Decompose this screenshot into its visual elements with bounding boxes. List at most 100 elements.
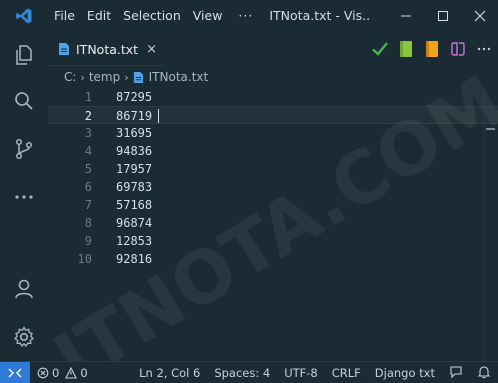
- code-line[interactable]: 7 57168: [48, 196, 498, 214]
- code-line[interactable]: 5 17957: [48, 160, 498, 178]
- green-book-button[interactable]: [394, 37, 418, 61]
- search-button[interactable]: [0, 79, 48, 123]
- language-mode[interactable]: Django txt: [368, 366, 442, 380]
- code-line[interactable]: 10 92816: [48, 250, 498, 268]
- line-text: 92816: [116, 252, 153, 266]
- chevron-right-icon: ›: [124, 70, 129, 84]
- orange-book-icon: [426, 40, 438, 57]
- line-number: 6: [84, 180, 92, 194]
- explorer-button[interactable]: [0, 33, 48, 77]
- end-of-line[interactable]: CRLF: [325, 366, 368, 380]
- menu-bar: File Edit Selection View ···: [48, 0, 263, 31]
- overview-ruler[interactable]: [484, 88, 498, 361]
- status-right: Ln 2, Col 6 Spaces: 4 UTF-8 CRLF Django …: [132, 362, 498, 383]
- gear-icon: [13, 326, 35, 348]
- split-editor-button[interactable]: [446, 37, 470, 61]
- title-bar: File Edit Selection View ··· ITNota.txt …: [0, 0, 498, 31]
- line-number: 9: [84, 234, 92, 248]
- line-text: 17957: [116, 162, 153, 176]
- notifications-button[interactable]: [470, 365, 498, 382]
- settings-button[interactable]: [0, 315, 48, 359]
- bell-icon: [477, 365, 491, 378]
- checkmark-icon: [372, 41, 388, 56]
- menu-selection[interactable]: Selection: [117, 0, 187, 31]
- line-number: 4: [84, 144, 92, 158]
- tab-close-button[interactable]: ×: [146, 42, 157, 57]
- ellipsis-icon: [477, 47, 491, 50]
- cursor-position[interactable]: Ln 2, Col 6: [132, 366, 207, 380]
- file-icon: [133, 71, 143, 83]
- more-actions-button[interactable]: [472, 37, 496, 61]
- error-count: 0: [52, 365, 60, 380]
- code-line[interactable]: 3 31695: [48, 124, 498, 142]
- window-controls: [387, 0, 498, 31]
- accounts-button[interactable]: [0, 267, 48, 311]
- source-control-button[interactable]: [0, 127, 48, 171]
- minimize-button[interactable]: [387, 0, 424, 31]
- problems-indicator[interactable]: 0 0: [30, 366, 95, 380]
- menu-edit[interactable]: Edit: [81, 0, 117, 31]
- editor-area: ITNota.txt × C: › temp › ITNota.txt 1 87…: [48, 31, 498, 361]
- menu-more[interactable]: ···: [228, 0, 263, 31]
- warning-icon: [65, 366, 78, 379]
- maximize-icon: [437, 10, 448, 21]
- line-number: 7: [84, 198, 92, 212]
- search-icon: [15, 92, 33, 110]
- code-line[interactable]: 1 87295: [48, 88, 498, 106]
- tab-itnota-txt[interactable]: ITNota.txt ×: [48, 33, 165, 66]
- tab-label: ITNota.txt: [76, 41, 139, 57]
- close-window-button[interactable]: [461, 0, 498, 31]
- maximize-button[interactable]: [424, 0, 461, 31]
- feedback-button[interactable]: [442, 365, 470, 382]
- line-number: 8: [84, 216, 92, 230]
- line-text: 69783: [116, 180, 153, 194]
- activity-bar: [0, 31, 48, 361]
- line-number: 10: [77, 252, 92, 266]
- indentation[interactable]: Spaces: 4: [207, 366, 277, 380]
- cursor-marker: [486, 128, 495, 130]
- line-text: 94836: [116, 144, 153, 158]
- vscode-logo-icon: [0, 0, 48, 31]
- remote-button[interactable]: [0, 361, 30, 383]
- files-icon: [16, 45, 32, 65]
- feedback-icon: [450, 365, 462, 378]
- code-line[interactable]: 9 12853: [48, 232, 498, 250]
- tab-bar: ITNota.txt ×: [48, 31, 498, 66]
- line-text: 87295: [116, 90, 153, 104]
- window-title: ITNota.txt - Vis...: [269, 8, 370, 23]
- more-views-button[interactable]: [0, 175, 48, 219]
- check-button[interactable]: [368, 37, 392, 61]
- line-text: 96874: [116, 216, 153, 230]
- account-icon: [15, 279, 33, 299]
- menu-file[interactable]: File: [48, 0, 81, 31]
- menu-view[interactable]: View: [187, 0, 229, 31]
- code-line[interactable]: 8 96874: [48, 214, 498, 232]
- code-editor[interactable]: 1 87295 2 86719 3 31695 4 94836 5 17957 …: [48, 88, 498, 361]
- editor-actions: [368, 31, 498, 66]
- ellipsis-icon: [15, 195, 33, 199]
- breadcrumb-drive[interactable]: C:: [64, 70, 76, 84]
- orange-book-button[interactable]: [420, 37, 444, 61]
- line-text: 57168: [116, 198, 153, 212]
- encoding[interactable]: UTF-8: [277, 366, 325, 380]
- error-icon: [37, 367, 49, 378]
- warning-count: 0: [80, 365, 88, 380]
- source-control-icon: [15, 138, 33, 160]
- breadcrumb-folder[interactable]: temp: [89, 70, 120, 84]
- breadcrumb: C: › temp › ITNota.txt: [48, 66, 498, 88]
- code-line[interactable]: 4 94836: [48, 142, 498, 160]
- minimize-icon: [400, 15, 411, 16]
- line-text: 12853: [116, 234, 153, 248]
- line-number: 3: [84, 126, 92, 140]
- status-bar: 0 0 Ln 2, Col 6 Spaces: 4 UTF-8 CRLF Dja…: [0, 361, 498, 383]
- split-editor-icon: [451, 41, 465, 56]
- code-line-current[interactable]: 2 86719: [48, 106, 498, 124]
- breadcrumb-file[interactable]: ITNota.txt: [149, 70, 209, 84]
- line-number: 2: [84, 109, 92, 123]
- text-cursor: [158, 109, 159, 123]
- code-line[interactable]: 6 69783: [48, 178, 498, 196]
- line-text: 31695: [116, 126, 153, 140]
- line-text: 86719: [116, 109, 153, 123]
- file-icon: [59, 43, 69, 55]
- remote-icon: [8, 367, 22, 378]
